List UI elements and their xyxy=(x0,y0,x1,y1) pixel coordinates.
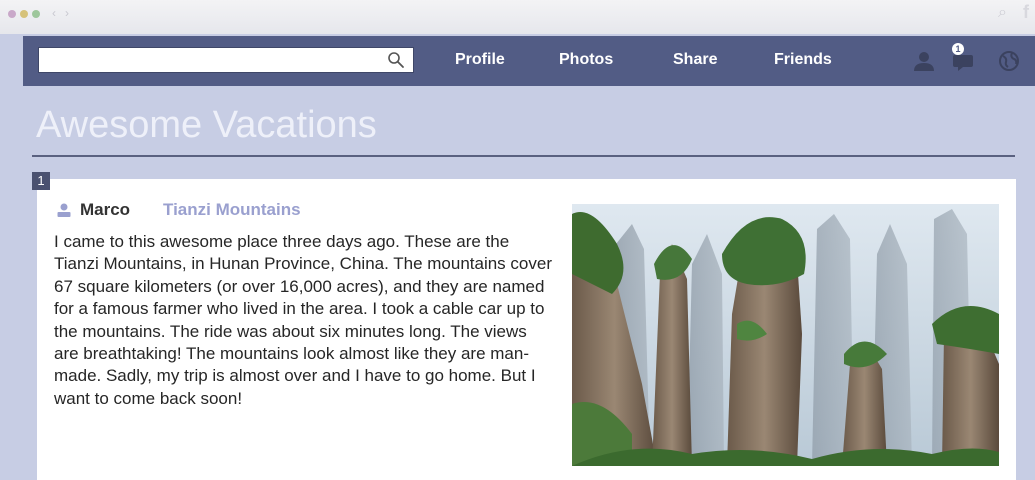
maximize-window-button[interactable] xyxy=(32,10,40,18)
globe-icon[interactable] xyxy=(996,48,1022,74)
nav-link-friends[interactable]: Friends xyxy=(774,51,832,69)
forward-arrow-icon[interactable]: › xyxy=(60,6,74,20)
back-arrow-icon[interactable]: ‹ xyxy=(47,6,61,20)
post-number-badge: 1 xyxy=(32,172,50,190)
post-location[interactable]: Tianzi Mountains xyxy=(163,200,301,220)
post-photo[interactable] xyxy=(572,204,999,466)
nav-link-share[interactable]: Share xyxy=(673,51,717,69)
nav-link-profile[interactable]: Profile xyxy=(455,51,505,69)
page-title: Awesome Vacations xyxy=(36,104,377,146)
nav-link-photos[interactable]: Photos xyxy=(559,51,613,69)
close-window-button[interactable] xyxy=(8,10,16,18)
post-body-text: I came to this awesome place three days … xyxy=(54,232,552,408)
search-icon[interactable] xyxy=(387,51,405,69)
search-box xyxy=(38,47,414,73)
user-icon[interactable] xyxy=(911,48,937,74)
facebook-icon[interactable]: f xyxy=(1023,2,1029,23)
browser-search-icon[interactable]: ⌕ xyxy=(998,4,1007,22)
window-chrome: ‹ › ⌕ f xyxy=(0,0,1035,34)
post-author-name[interactable]: Marco xyxy=(80,200,130,220)
author-user-icon xyxy=(57,203,71,217)
top-navbar: Profile Photos Share Friends 1 xyxy=(23,36,1035,86)
title-divider xyxy=(32,155,1015,157)
notification-badge: 1 xyxy=(952,43,964,55)
minimize-window-button[interactable] xyxy=(20,10,28,18)
search-input[interactable] xyxy=(39,48,379,72)
